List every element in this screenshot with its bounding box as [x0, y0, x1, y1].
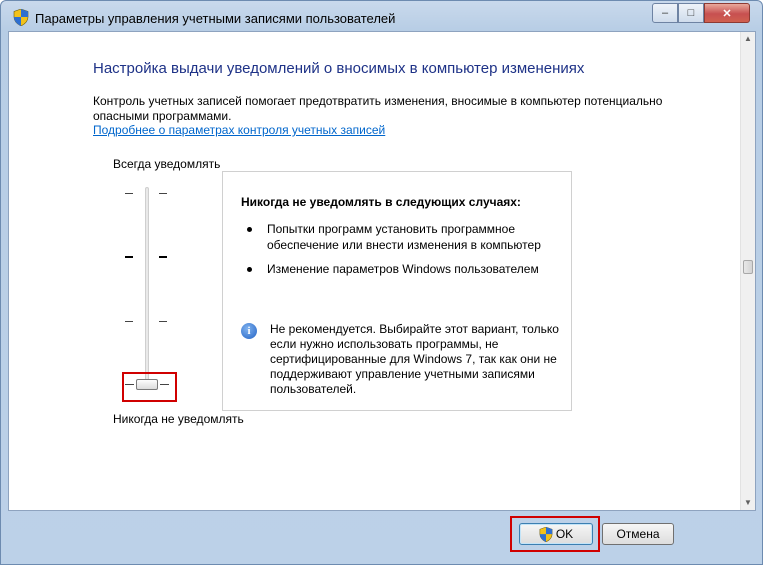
- slider-highlight-annotation: [122, 372, 177, 402]
- dialog-content: Настройка выдачи уведомлений о вносимых …: [8, 31, 756, 511]
- slider-tick: [159, 321, 167, 322]
- bullet-icon: [247, 227, 252, 232]
- slider-tick: [125, 193, 133, 194]
- slider-label-never-notify: Никогда не уведомлять: [113, 412, 244, 426]
- cancel-button-label: Отмена: [616, 527, 660, 541]
- scrollbar-thumb[interactable]: [743, 260, 753, 274]
- info-icon: i: [241, 323, 257, 339]
- slider-label-always-notify: Всегда уведомлять: [113, 157, 221, 171]
- uac-settings-window: Параметры управления учетными записями п…: [0, 0, 763, 565]
- warning-text: Не рекомендуется. Выбирайте этот вариант…: [270, 322, 559, 396]
- maximize-button[interactable]: □: [678, 3, 704, 23]
- scroll-up-icon[interactable]: ▲: [744, 34, 752, 43]
- scroll-down-icon[interactable]: ▼: [744, 498, 752, 507]
- minimize-icon: –: [661, 7, 669, 19]
- slider-tick: [125, 321, 133, 322]
- list-item: Изменение параметров Windows пользовател…: [267, 262, 539, 276]
- slider-tick: [159, 193, 167, 194]
- minimize-button[interactable]: –: [652, 3, 678, 23]
- window-title: Параметры управления учетными записями п…: [35, 11, 396, 26]
- title-bar[interactable]: Параметры управления учетными записями п…: [1, 1, 762, 31]
- page-title: Настройка выдачи уведомлений о вносимых …: [93, 60, 585, 77]
- slider-tick: [159, 256, 167, 258]
- panel-title: Никогда не уведомлять в следующих случая…: [241, 195, 521, 209]
- ok-highlight-annotation: [510, 516, 600, 552]
- list-item: Попытки программ установить программное …: [267, 222, 541, 252]
- slider-track[interactable]: [145, 187, 149, 387]
- maximize-icon: □: [687, 7, 695, 19]
- level-description-panel: Никогда не уведомлять в следующих случая…: [222, 171, 572, 411]
- slider-tick: [125, 256, 133, 258]
- bullet-icon: [247, 267, 252, 272]
- uac-shield-icon: [13, 9, 29, 26]
- cancel-button[interactable]: Отмена: [602, 523, 674, 545]
- scrollbar[interactable]: ▲ ▼: [740, 32, 755, 510]
- description-text: Контроль учетных записей помогает предот…: [93, 94, 663, 123]
- close-button[interactable]: ✕: [704, 3, 750, 23]
- close-icon: ✕: [722, 7, 732, 20]
- learn-more-link[interactable]: Подробнее о параметрах контроля учетных …: [93, 123, 385, 137]
